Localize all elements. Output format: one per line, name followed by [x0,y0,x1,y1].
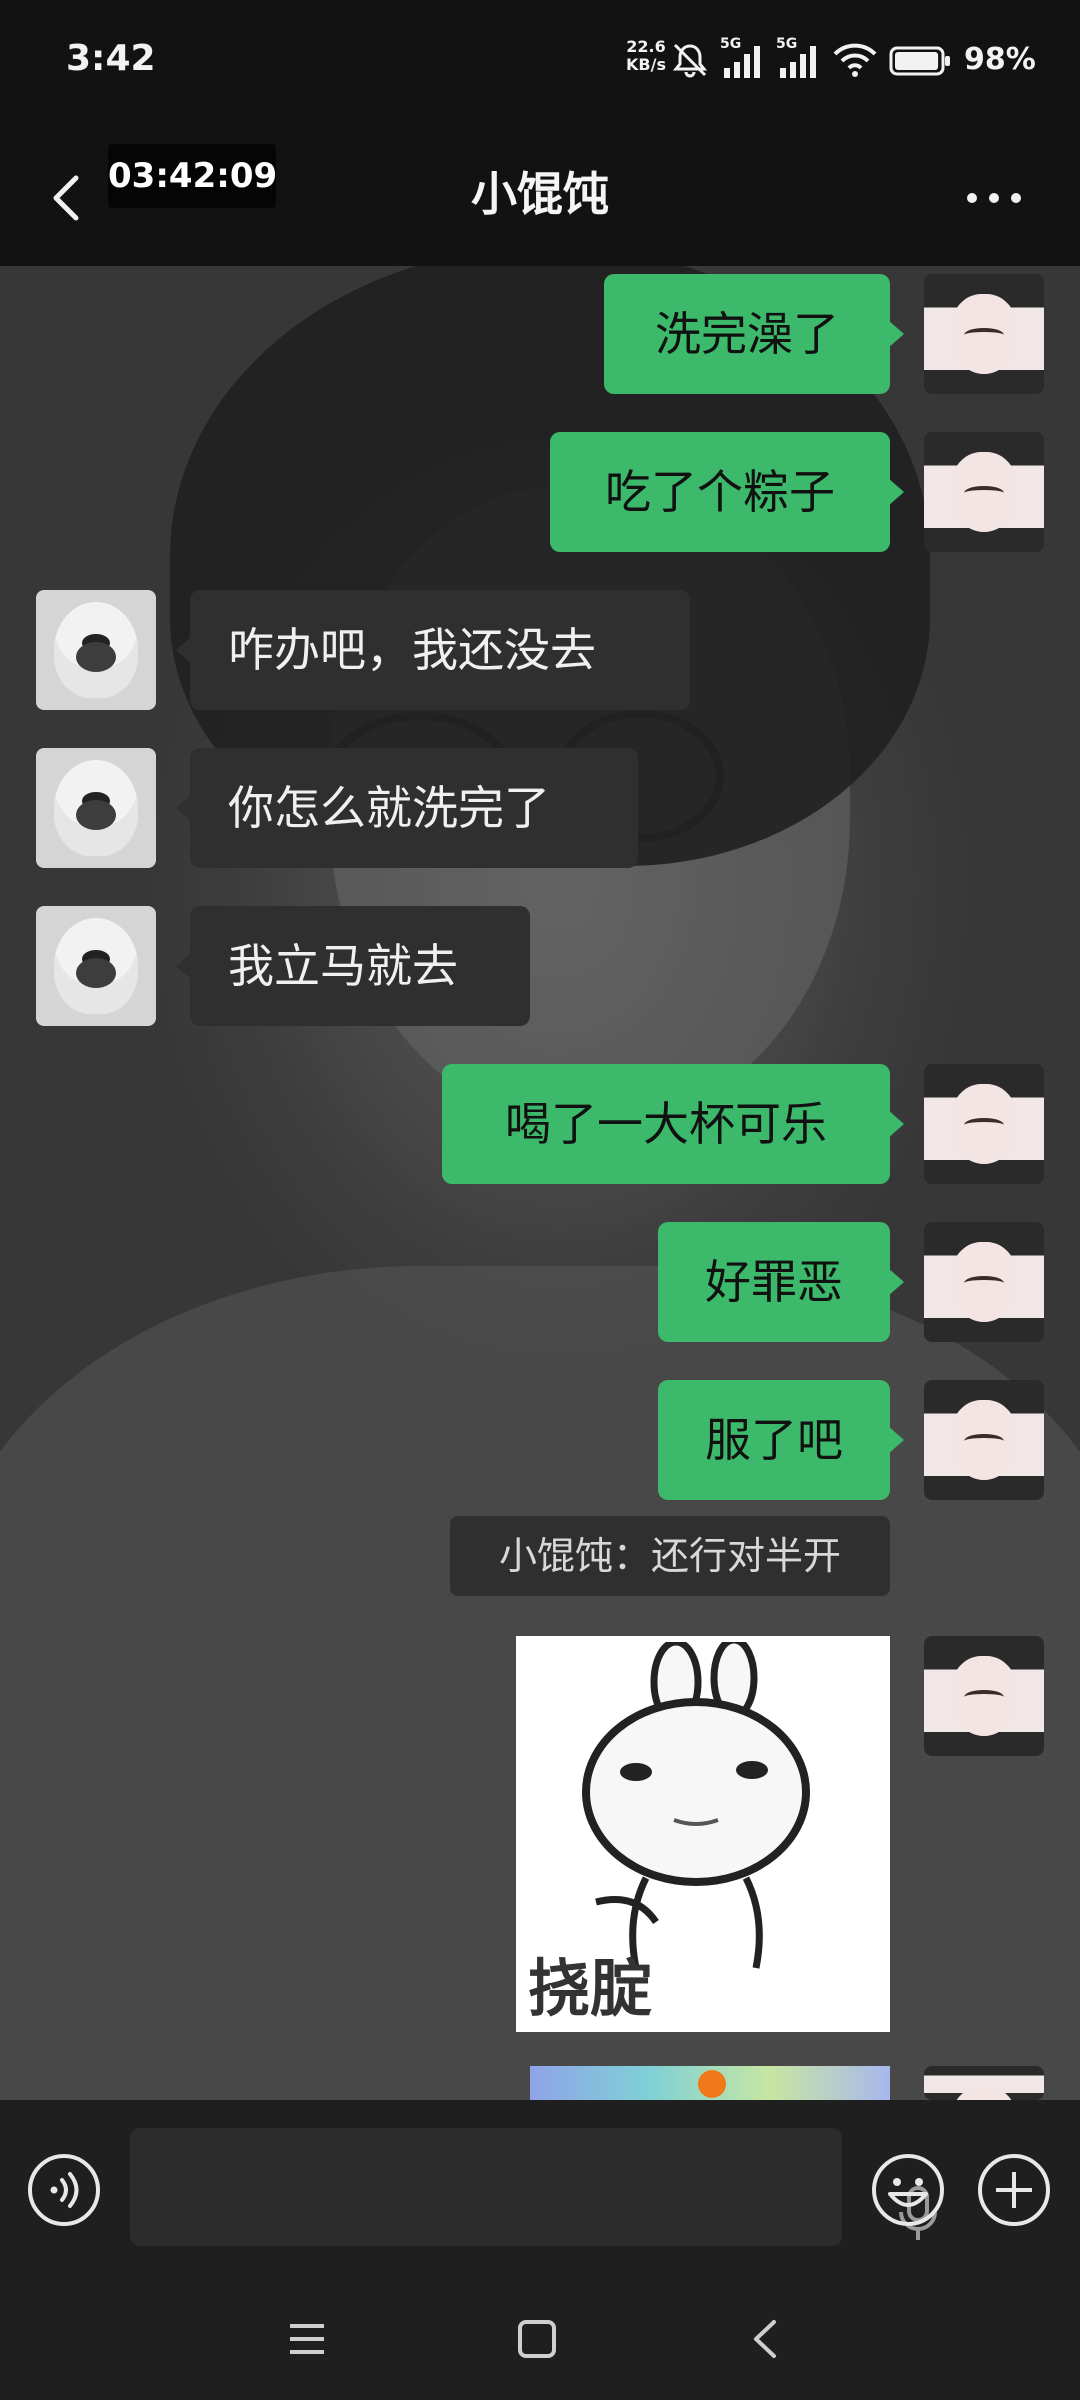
home-icon[interactable] [512,2314,562,2364]
my-avatar[interactable] [924,1064,1044,1184]
chevron-left-icon[interactable] [40,164,92,232]
signal-icon [724,46,760,78]
chat-screen: 3:42 22.6 KB/s 5G 5G 98% 03:42:09 小馄饨 洗完… [0,0,1080,2400]
my-avatar[interactable] [924,1380,1044,1500]
status-bar: 3:42 22.6 KB/s 5G 5G 98% [0,0,1080,130]
battery-icon [889,46,950,76]
status-time: 3:42 [66,38,156,79]
back-icon[interactable] [740,2314,790,2364]
message-list[interactable]: 洗完澡了 吃了个粽子 咋办吧，我还没去 你怎么就洗完了 我立马就去 喝了一大杯可… [0,266,1080,2100]
system-notice: 小馄饨：还行对半开 [450,1516,890,1596]
my-avatar[interactable] [924,1222,1044,1342]
contact-avatar[interactable] [36,748,156,868]
received-bubble[interactable]: 我立马就去 [176,906,530,1026]
sticker-message-partial[interactable] [530,2066,890,2100]
mute-bell-icon [672,43,708,78]
menu-icon[interactable] [282,2314,332,2364]
more-horizontal-icon[interactable] [960,168,1028,228]
my-avatar[interactable] [924,1636,1044,1756]
signal-strength-2: 5G [776,36,822,80]
received-bubble[interactable]: 你怎么就洗完了 [176,748,638,868]
bunny-sticker-icon [582,1642,810,1969]
received-bubble[interactable]: 咋办吧，我还没去 [176,590,690,710]
my-avatar[interactable] [924,432,1044,552]
sticker-message[interactable]: 挠腚 [516,1636,890,2032]
status-icons: 5G 5G [670,36,952,80]
signal-strength-1: 5G [720,36,766,80]
sticker-caption: 挠腚 [528,1952,653,2025]
signal-icon [780,46,816,78]
contact-avatar[interactable] [36,906,156,1026]
overlay-timer: 03:42:09 [108,144,277,208]
emoji-icon[interactable] [870,2152,946,2228]
input-bar [0,2100,1080,2280]
chat-title: 小馄饨 [471,167,609,221]
title-bar: 03:42:09 小馄饨 [0,130,1080,266]
network-speed-unit: KB/s [626,55,666,74]
sent-bubble[interactable]: 喝了一大杯可乐 [442,1064,904,1184]
plus-icon[interactable] [976,2152,1052,2228]
network-speed: 22.6 KB/s [626,38,666,74]
my-avatar[interactable] [924,2066,1044,2100]
sent-bubble[interactable]: 好罪恶 [658,1222,904,1342]
system-nav-bar [0,2280,1080,2400]
network-speed-value: 22.6 [626,37,666,56]
voice-icon[interactable] [26,2152,102,2228]
contact-avatar[interactable] [36,590,156,710]
sent-bubble[interactable]: 洗完澡了 [604,274,904,394]
sent-bubble[interactable]: 吃了个粽子 [550,432,904,552]
message-input[interactable] [130,2128,937,2246]
orange-fruit-icon [698,2070,726,2098]
sent-bubble[interactable]: 服了吧 [658,1380,904,1500]
my-avatar[interactable] [924,274,1044,394]
battery-percent: 98% [964,42,1036,77]
wifi-icon [833,43,877,77]
